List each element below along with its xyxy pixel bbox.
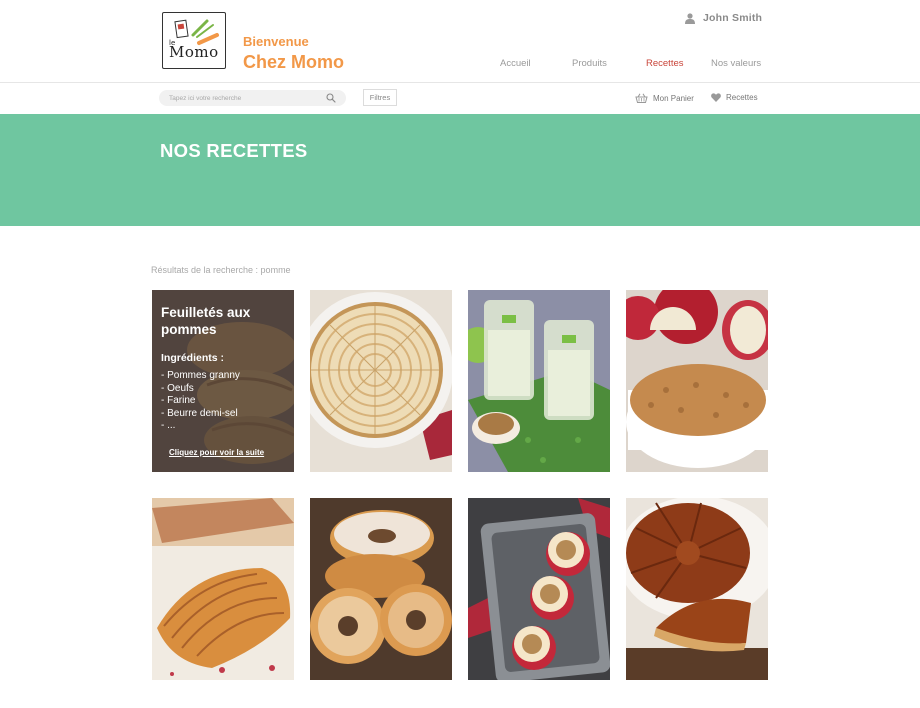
ingredient-item: - Farine xyxy=(161,395,196,406)
baked-apples-photo xyxy=(468,498,610,680)
apple-donuts-photo xyxy=(310,498,452,680)
see-more-link[interactable]: Cliquez pour voir la suite xyxy=(169,448,264,457)
apple-crumble-photo xyxy=(626,290,768,472)
recipe-title: Feuilletés aux pommes xyxy=(161,305,251,337)
ingredient-item: - Beurre demi-sel xyxy=(161,407,238,419)
recipe-overlay: Feuilletés aux pommes Ingrédients : - Po… xyxy=(152,290,294,472)
recipe-card-feuilletes[interactable]: Feuilletés aux pommes Ingrédients : - Po… xyxy=(152,290,294,472)
recipe-card-apple-smoothie[interactable] xyxy=(468,290,610,472)
recipe-card-apple-turnover[interactable] xyxy=(152,498,294,680)
recipe-grid: Feuilletés aux pommes Ingrédients : - Po… xyxy=(0,0,920,708)
recipe-card-baked-apples[interactable] xyxy=(468,498,610,680)
ingredient-item: - Pommes granny xyxy=(161,370,240,381)
tarte-tatin-photo xyxy=(626,498,768,680)
ingredient-item: - Oeufs xyxy=(161,382,194,394)
recipe-card-apple-crumble[interactable] xyxy=(626,290,768,472)
recipe-card-apple-donuts[interactable] xyxy=(310,498,452,680)
ingredients-label: Ingrédients : xyxy=(161,352,225,364)
ingredients-list: - Pommes granny - Oeufs - Farine - Beurr… xyxy=(161,370,285,433)
apple-turnover-photo xyxy=(152,498,294,680)
recipe-card-apple-tart[interactable] xyxy=(310,290,452,472)
apple-tart-photo xyxy=(310,290,452,472)
ingredient-item: - ... xyxy=(161,420,176,431)
apple-smoothie-photo xyxy=(468,290,610,472)
recipe-card-tarte-tatin[interactable] xyxy=(626,498,768,680)
